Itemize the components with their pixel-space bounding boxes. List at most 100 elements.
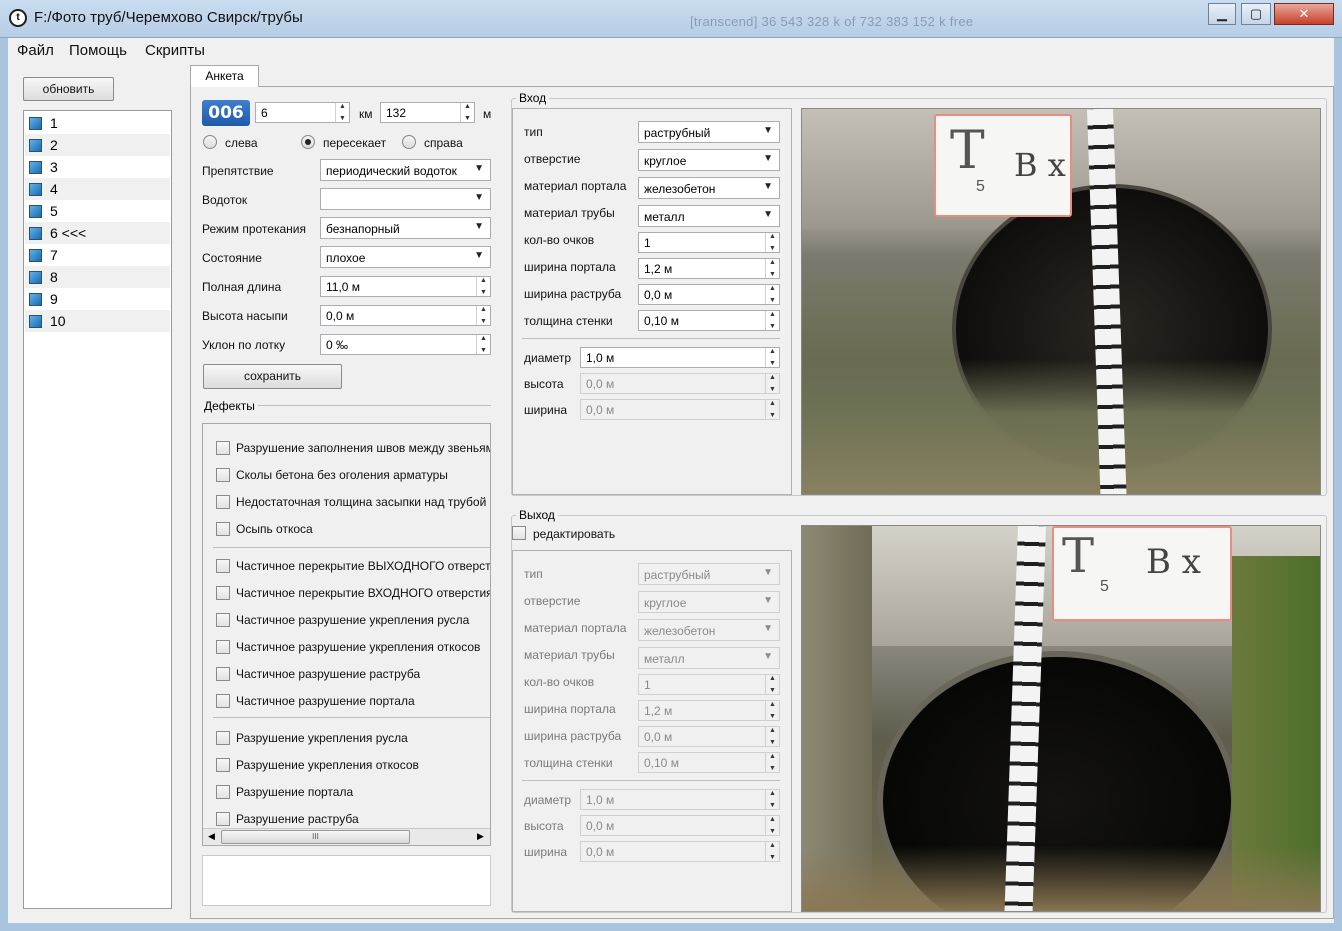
exit-width-spinbox[interactable]: 0,0 м: [580, 841, 780, 862]
spin-arrows-icon[interactable]: [765, 259, 779, 278]
scroll-right-icon[interactable]: ▶: [477, 831, 484, 842]
spin-arrows-icon[interactable]: [765, 753, 779, 772]
spin-arrows-icon[interactable]: [765, 675, 779, 694]
spin-arrows-icon[interactable]: [476, 335, 490, 354]
maximize-button[interactable]: ▢: [1241, 3, 1271, 25]
spin-arrows-icon[interactable]: [765, 701, 779, 720]
menu-scripts[interactable]: Скрипты: [145, 42, 205, 59]
entry-diameter-spinbox[interactable]: 1,0 м: [580, 347, 780, 368]
list-item[interactable]: 1: [25, 112, 170, 134]
watercourse-select[interactable]: ▼: [320, 188, 491, 210]
scroll-left-icon[interactable]: ◀: [208, 831, 215, 842]
spin-arrows-icon[interactable]: [765, 311, 779, 330]
defect-checkbox[interactable]: [216, 468, 230, 482]
km-spinbox[interactable]: 6: [255, 102, 350, 123]
exit-wall-spinbox[interactable]: 0,10 м: [638, 752, 780, 773]
flow-select[interactable]: безнапорный ▼: [320, 217, 491, 239]
scroll-thumb[interactable]: III: [221, 830, 410, 844]
list-item[interactable]: 8: [25, 266, 170, 288]
defect-checkbox[interactable]: [216, 812, 230, 826]
radio-cross[interactable]: [301, 135, 315, 149]
entry-hole-select[interactable]: круглое ▼: [638, 149, 780, 171]
defect-checkbox[interactable]: [216, 441, 230, 455]
defect-checkbox[interactable]: [216, 586, 230, 600]
spin-arrows-icon[interactable]: [765, 400, 779, 419]
spin-arrows-icon[interactable]: [765, 348, 779, 367]
entry-pipe-mat-label: материал трубы: [524, 206, 615, 220]
spin-arrows-icon[interactable]: [460, 103, 474, 122]
defect-checkbox[interactable]: [216, 640, 230, 654]
spin-arrows-icon[interactable]: [476, 306, 490, 325]
horizontal-scrollbar[interactable]: ◀ III ▶: [203, 828, 490, 845]
embankment-height-label: Высота насыпи: [202, 309, 288, 323]
defect-checkbox[interactable]: [216, 758, 230, 772]
notes-textarea[interactable]: [202, 855, 491, 906]
edit-checkbox[interactable]: [512, 526, 526, 540]
entry-pipe-mat-select[interactable]: металл ▼: [638, 205, 780, 227]
menu-file[interactable]: Файл: [17, 42, 54, 59]
exit-hole-select[interactable]: круглое ▼: [638, 591, 780, 613]
radio-left[interactable]: [203, 135, 217, 149]
entry-wall-spinbox[interactable]: 0,10 м: [638, 310, 780, 331]
spin-arrows-icon[interactable]: [335, 103, 349, 122]
pipe-list[interactable]: 1 2 3 4 5 6 <<< 7 8 9 10: [23, 110, 172, 909]
defect-checkbox[interactable]: [216, 559, 230, 573]
exit-portal-mat-select[interactable]: железобетон ▼: [638, 619, 780, 641]
save-button[interactable]: сохранить: [203, 364, 342, 389]
spin-arrows-icon[interactable]: [765, 285, 779, 304]
defect-label: Разрушение укрепления откосов: [236, 758, 419, 772]
minimize-button[interactable]: ▁: [1208, 3, 1236, 25]
spin-arrows-icon[interactable]: [765, 374, 779, 393]
defect-checkbox[interactable]: [216, 495, 230, 509]
entry-count-spinbox[interactable]: 1: [638, 232, 780, 253]
spin-arrows-icon[interactable]: [765, 233, 779, 252]
length-spinbox[interactable]: 11,0 м: [320, 276, 491, 297]
entry-portal-width-spinbox[interactable]: 1,2 м: [638, 258, 780, 279]
embankment-height-spinbox[interactable]: 0,0 м: [320, 305, 491, 326]
exit-type-select[interactable]: раструбный ▼: [638, 563, 780, 585]
radio-right[interactable]: [402, 135, 416, 149]
list-item[interactable]: 10: [25, 310, 170, 332]
radio-right-label: справа: [424, 136, 463, 150]
spin-arrows-icon[interactable]: [765, 727, 779, 746]
defect-checkbox[interactable]: [216, 667, 230, 681]
exit-diameter-spinbox[interactable]: 1,0 м: [580, 789, 780, 810]
close-button[interactable]: ✕: [1274, 3, 1334, 25]
menu-help[interactable]: Помощь: [69, 42, 127, 59]
item-icon: [29, 139, 42, 152]
obstacle-select[interactable]: периодический водоток ▼: [320, 159, 491, 181]
spin-arrows-icon[interactable]: [765, 790, 779, 809]
list-item-selected[interactable]: 6 <<<: [25, 222, 170, 244]
defects-list[interactable]: Разрушение заполнения швов между звеньям…: [202, 423, 491, 846]
list-item[interactable]: 7: [25, 244, 170, 266]
defect-checkbox[interactable]: [216, 613, 230, 627]
list-item[interactable]: 9: [25, 288, 170, 310]
state-select[interactable]: плохое ▼: [320, 246, 491, 268]
entry-portal-mat-select[interactable]: железобетон ▼: [638, 177, 780, 199]
defect-checkbox[interactable]: [216, 731, 230, 745]
exit-pipe-mat-select[interactable]: металл ▼: [638, 647, 780, 669]
entry-height-spinbox[interactable]: 0,0 м: [580, 373, 780, 394]
slope-spinbox[interactable]: 0 ‰: [320, 334, 491, 355]
list-item[interactable]: 3: [25, 156, 170, 178]
defect-checkbox[interactable]: [216, 694, 230, 708]
refresh-button[interactable]: обновить: [23, 77, 114, 101]
entry-width-spinbox[interactable]: 0,0 м: [580, 399, 780, 420]
spin-arrows-icon[interactable]: [476, 277, 490, 296]
exit-bell-width-spinbox[interactable]: 0,0 м: [638, 726, 780, 747]
tab-anketa[interactable]: Анкета: [190, 65, 259, 87]
entry-type-select[interactable]: раструбный ▼: [638, 121, 780, 143]
spin-arrows-icon[interactable]: [765, 842, 779, 861]
defect-label: Частичное перекрытие ВХОДНОГО отверстия: [236, 586, 491, 600]
exit-count-spinbox[interactable]: 1: [638, 674, 780, 695]
m-spinbox[interactable]: 132: [380, 102, 475, 123]
list-item[interactable]: 2: [25, 134, 170, 156]
exit-height-spinbox[interactable]: 0,0 м: [580, 815, 780, 836]
list-item[interactable]: 4: [25, 178, 170, 200]
entry-bell-width-spinbox[interactable]: 0,0 м: [638, 284, 780, 305]
defect-checkbox[interactable]: [216, 522, 230, 536]
spin-arrows-icon[interactable]: [765, 816, 779, 835]
list-item[interactable]: 5: [25, 200, 170, 222]
exit-portal-width-spinbox[interactable]: 1,2 м: [638, 700, 780, 721]
defect-checkbox[interactable]: [216, 785, 230, 799]
